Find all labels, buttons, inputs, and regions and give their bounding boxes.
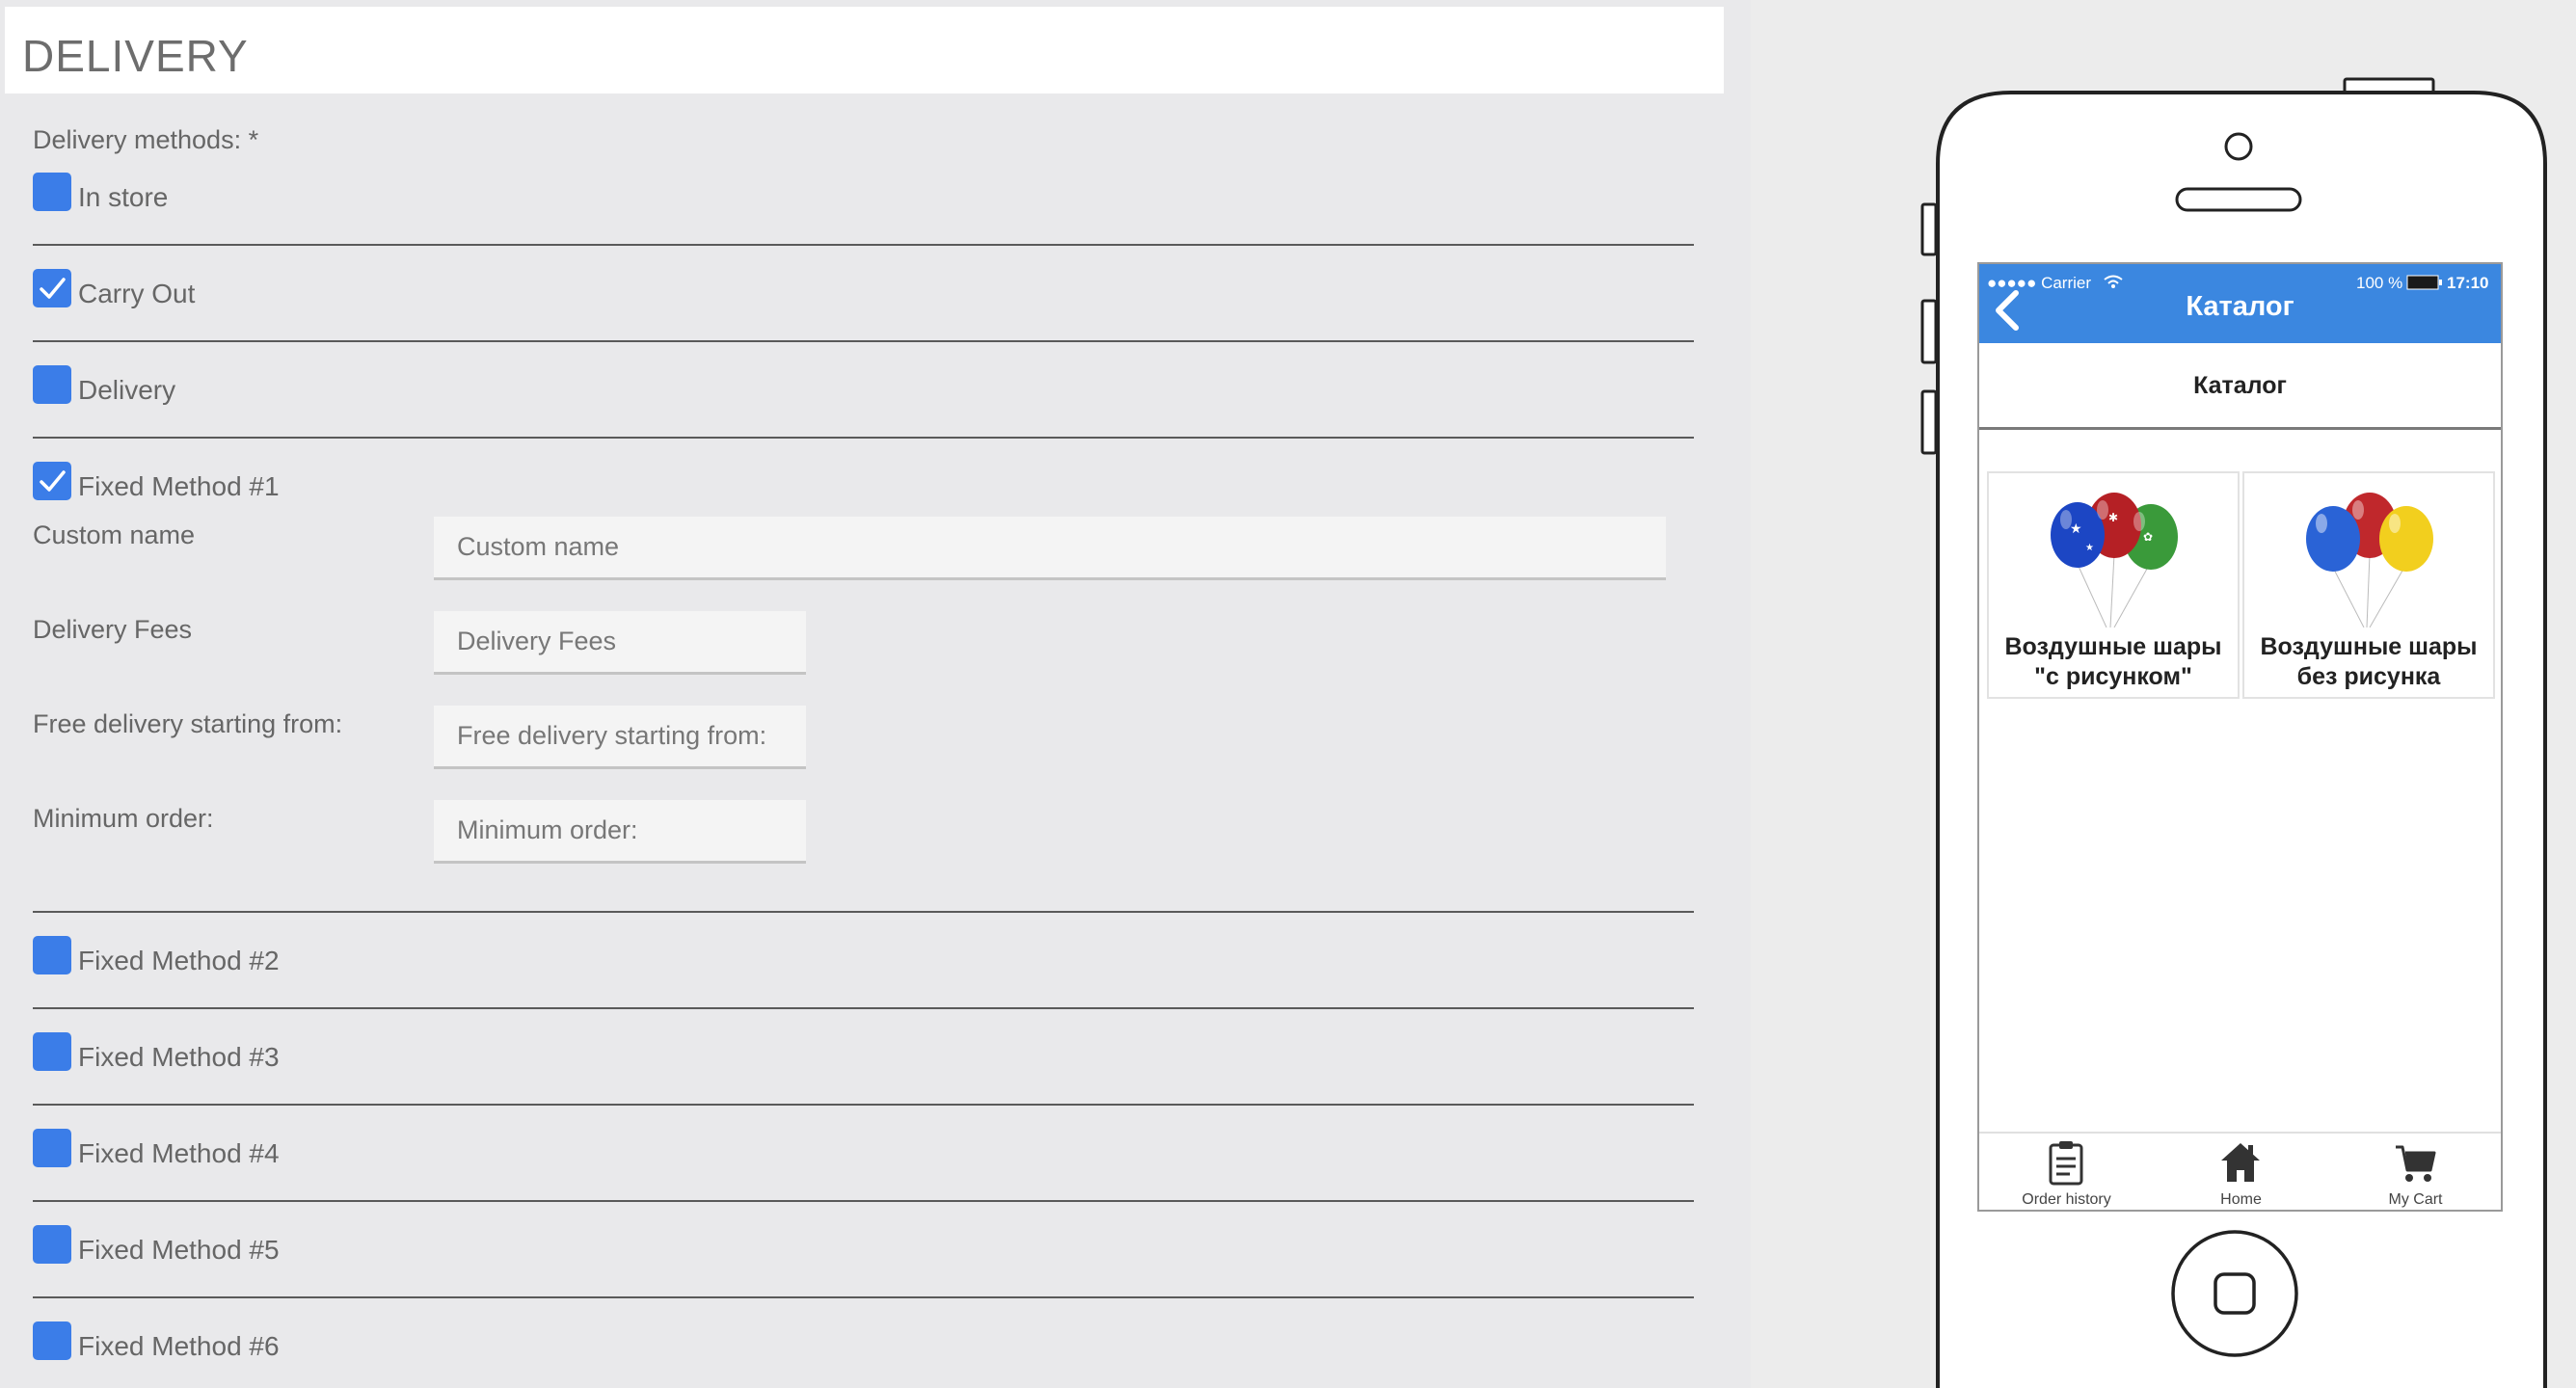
tab-label: My Cart: [2388, 1191, 2443, 1208]
nav-title: Каталог: [2186, 291, 2294, 322]
catalog-title: Каталог: [2193, 372, 2287, 399]
category-label-line2: без рисунка: [2296, 663, 2441, 690]
svg-text:✱: ✱: [2108, 511, 2118, 524]
category-label: Воздушные шары без рисунка: [2244, 632, 2493, 692]
cart-icon: [2396, 1145, 2436, 1182]
svg-text:★: ★: [2085, 543, 2094, 553]
phone-nav-bar: ●●●●● Carrier 100 % 17:10 Каталог: [1979, 264, 2501, 343]
category-card-plain-balloons[interactable]: Воздушные шары без рисунка: [2242, 471, 2495, 699]
phone-tab-bar: Order history Home My Cart: [1979, 1132, 2501, 1210]
svg-text:★: ★: [2070, 521, 2082, 537]
category-card-printed-balloons[interactable]: ★ ★ ✱ ✿ Воздушные шары "с рисунком": [1987, 471, 2240, 699]
category-label-line2: "с рисунком": [2034, 663, 2192, 690]
clock: 17:10: [2447, 274, 2489, 292]
tab-label: Order history: [2022, 1191, 2111, 1208]
catalog-header: Каталог: [1979, 343, 2501, 430]
clipboard-icon: [2049, 1141, 2083, 1186]
category-label: Воздушные шары "с рисунком": [1989, 632, 2238, 692]
tab-label: Home: [2220, 1191, 2262, 1208]
wifi-icon: [2104, 275, 2123, 288]
balloons-plain-icon: [2306, 493, 2433, 627]
app-root: DELIVERY Delivery methods: * In store Ca…: [0, 0, 2576, 1388]
battery-icon: [2406, 275, 2442, 290]
balloons-printed-icon: ★ ★ ✱ ✿: [2051, 493, 2178, 627]
tab-my-cart[interactable]: My Cart: [2328, 1134, 2501, 1210]
category-label-line1: Воздушные шары: [2260, 633, 2478, 660]
phone-screen: ●●●●● Carrier 100 % 17:10 Каталог Катало…: [1977, 262, 2503, 1212]
svg-text:✿: ✿: [2143, 530, 2153, 544]
battery-percent: 100 %: [2356, 274, 2403, 292]
tab-home[interactable]: Home: [2154, 1134, 2328, 1210]
tab-order-history[interactable]: Order history: [1979, 1134, 2154, 1210]
home-icon: [2221, 1143, 2260, 1182]
category-label-line1: Воздушные шары: [2004, 633, 2222, 660]
